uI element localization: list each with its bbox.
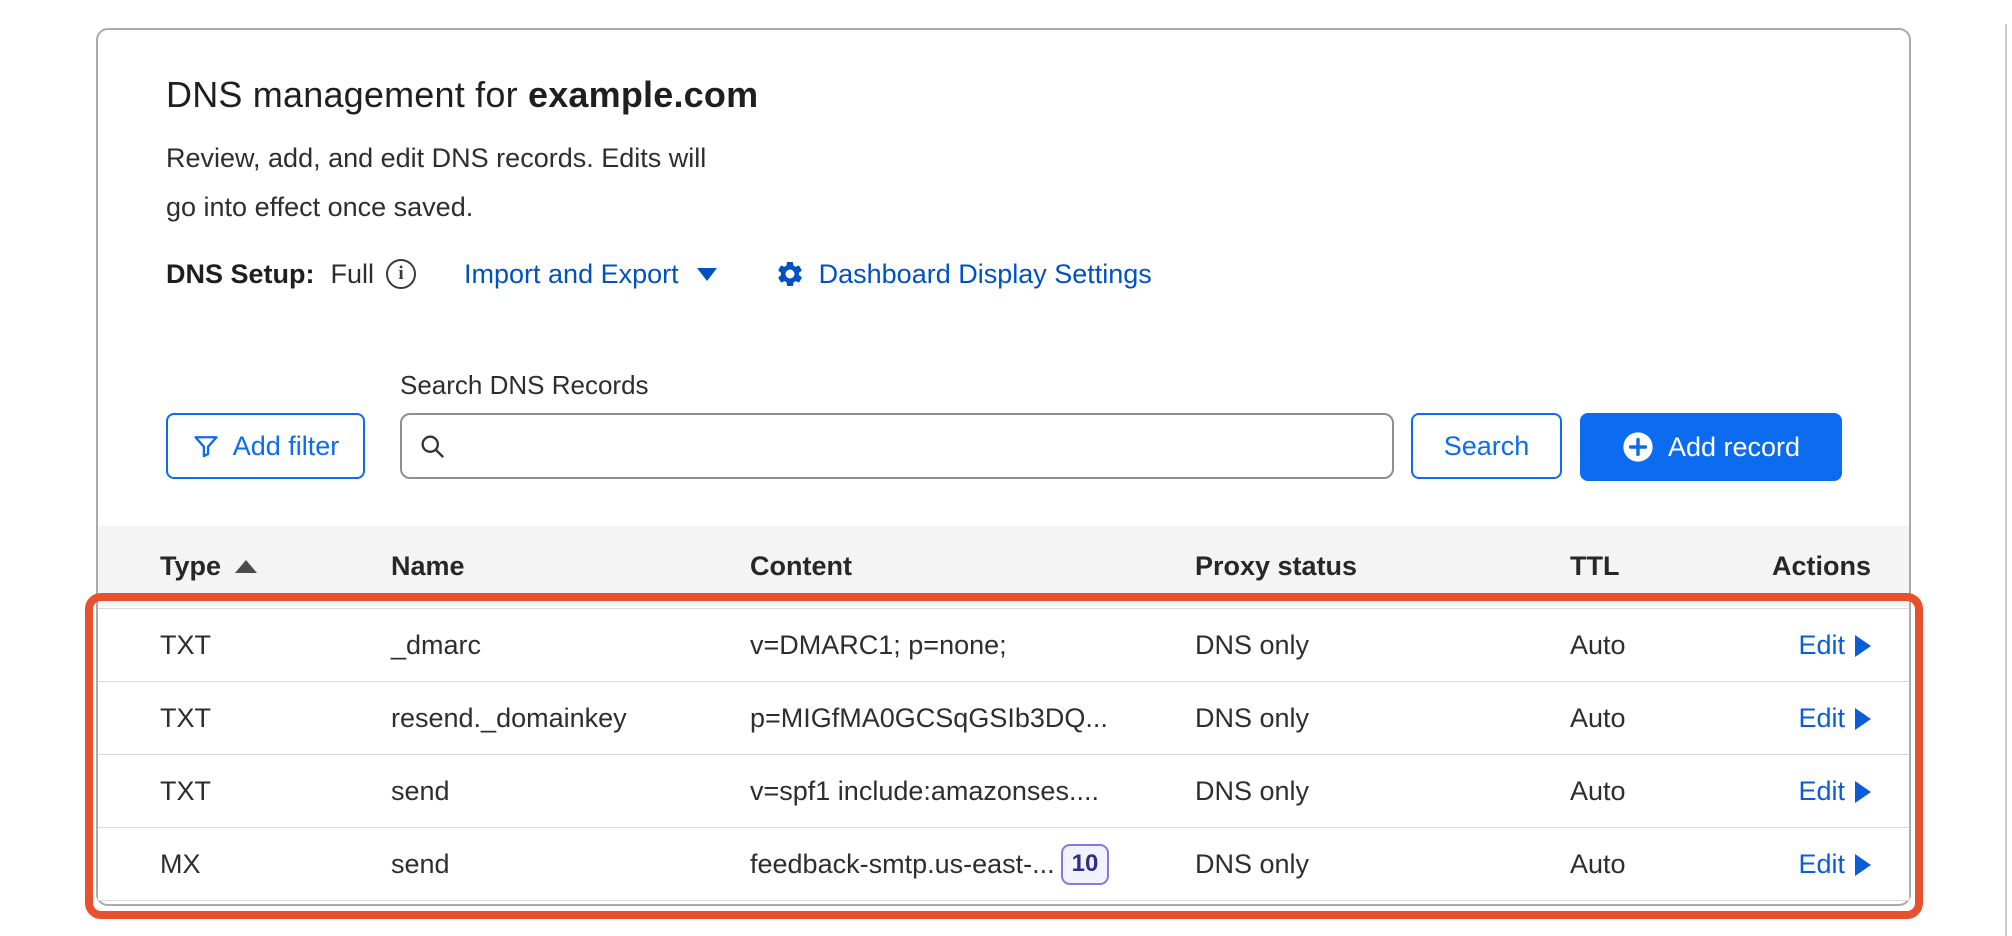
table-row-mx: MX send feedback-smtp.us-east-... 10 DNS… xyxy=(98,828,1909,901)
cell-name: send xyxy=(391,828,450,901)
chevron-right-icon xyxy=(1855,854,1871,876)
cell-type: MX xyxy=(160,828,201,901)
gear-icon xyxy=(775,259,805,289)
table-row-dmarc: TXT _dmarc v=DMARC1; p=none; DNS only Au… xyxy=(98,609,1909,682)
dashboard-display-settings-link[interactable]: Dashboard Display Settings xyxy=(775,259,1152,290)
sort-ascending-icon xyxy=(235,560,257,573)
cell-content: p=MIGfMA0GCSqGSIb3DQ... xyxy=(750,682,1108,755)
dashboard-display-settings-label: Dashboard Display Settings xyxy=(819,259,1152,290)
dns-management-screen: DNS management for example.com Review, a… xyxy=(0,0,2012,936)
cell-name: resend._domainkey xyxy=(391,682,627,755)
column-header-content[interactable]: Content xyxy=(750,526,852,606)
plus-circle-icon xyxy=(1622,431,1654,463)
import-export-link[interactable]: Import and Export xyxy=(464,259,717,290)
cell-proxy-status: DNS only xyxy=(1195,682,1309,755)
cell-name: _dmarc xyxy=(391,609,481,682)
filter-funnel-icon xyxy=(192,432,220,460)
edit-record-button[interactable]: Edit xyxy=(1798,776,1871,807)
dns-setup-row: DNS Setup: Full i Import and Export Dash… xyxy=(166,254,1152,294)
edit-record-button[interactable]: Edit xyxy=(1798,703,1871,734)
cell-content: v=DMARC1; p=none; xyxy=(750,609,1007,682)
cell-ttl: Auto xyxy=(1570,609,1626,682)
dns-management-card: DNS management for example.com Review, a… xyxy=(96,28,1911,906)
page-edge-divider xyxy=(2005,24,2007,936)
mx-priority-badge: 10 xyxy=(1061,844,1110,885)
cell-ttl: Auto xyxy=(1570,682,1626,755)
search-input[interactable] xyxy=(446,415,1392,477)
page-title-domain: example.com xyxy=(528,74,758,115)
table-header-row: Type Name Content Proxy status TTL Actio… xyxy=(98,526,1909,606)
page-subtitle: Review, add, and edit DNS records. Edits… xyxy=(166,134,846,232)
search-box xyxy=(400,413,1394,479)
cell-name: send xyxy=(391,755,450,828)
import-export-label: Import and Export xyxy=(464,259,679,290)
subtitle-line-1: Review, add, and edit DNS records. Edits… xyxy=(166,134,846,183)
search-button[interactable]: Search xyxy=(1411,413,1562,479)
cell-content: v=spf1 include:amazonses.... xyxy=(750,755,1099,828)
dns-setup-label: DNS Setup: xyxy=(166,259,315,290)
page-title: DNS management for example.com xyxy=(166,74,758,116)
cell-proxy-status: DNS only xyxy=(1195,828,1309,901)
cell-proxy-status: DNS only xyxy=(1195,755,1309,828)
chevron-down-icon xyxy=(697,268,717,281)
add-filter-label: Add filter xyxy=(233,431,340,462)
table-body: TXT _dmarc v=DMARC1; p=none; DNS only Au… xyxy=(98,608,1909,901)
edit-record-button[interactable]: Edit xyxy=(1798,849,1871,880)
edit-record-button[interactable]: Edit xyxy=(1798,630,1871,661)
table-row-spf: TXT send v=spf1 include:amazonses.... DN… xyxy=(98,755,1909,828)
page-title-prefix: DNS management for xyxy=(166,74,528,115)
column-header-ttl[interactable]: TTL xyxy=(1570,526,1619,606)
cell-actions: Edit xyxy=(1798,682,1871,755)
search-icon xyxy=(418,432,446,460)
cell-actions: Edit xyxy=(1798,609,1871,682)
cell-content: feedback-smtp.us-east-... 10 xyxy=(750,828,1109,901)
subtitle-line-2: go into effect once saved. xyxy=(166,183,846,232)
cell-type: TXT xyxy=(160,755,211,828)
cell-type: TXT xyxy=(160,609,211,682)
search-dns-records-label: Search DNS Records xyxy=(400,370,649,401)
column-header-actions: Actions xyxy=(1772,526,1871,606)
cell-type: TXT xyxy=(160,682,211,755)
cell-ttl: Auto xyxy=(1570,828,1626,901)
column-header-name[interactable]: Name xyxy=(391,526,465,606)
add-record-button[interactable]: Add record xyxy=(1580,413,1842,481)
chevron-right-icon xyxy=(1855,635,1871,657)
cell-ttl: Auto xyxy=(1570,755,1626,828)
cell-content-text: feedback-smtp.us-east-... xyxy=(750,849,1055,880)
info-icon[interactable]: i xyxy=(386,259,416,289)
column-header-proxy-status[interactable]: Proxy status xyxy=(1195,526,1357,606)
add-record-label: Add record xyxy=(1668,432,1800,463)
add-filter-button[interactable]: Add filter xyxy=(166,413,365,479)
search-button-label: Search xyxy=(1444,431,1530,462)
chevron-right-icon xyxy=(1855,708,1871,730)
cell-actions: Edit xyxy=(1798,828,1871,901)
cell-actions: Edit xyxy=(1798,755,1871,828)
column-header-type[interactable]: Type xyxy=(160,526,257,606)
table-row-domainkey: TXT resend._domainkey p=MIGfMA0GCSqGSIb3… xyxy=(98,682,1909,755)
dns-setup-value: Full xyxy=(331,259,375,290)
cell-proxy-status: DNS only xyxy=(1195,609,1309,682)
chevron-right-icon xyxy=(1855,781,1871,803)
